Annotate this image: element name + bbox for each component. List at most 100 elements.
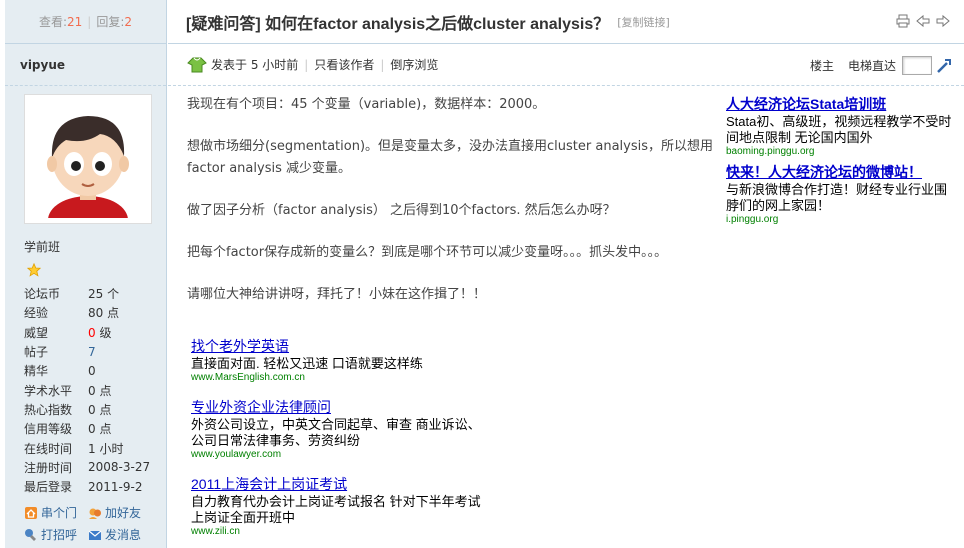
home-icon xyxy=(25,506,37,519)
greet-button[interactable]: 打招呼 xyxy=(24,526,88,543)
ad-title-link[interactable]: 2011上海会计上岗证考试 xyxy=(191,474,511,494)
author-actions: 串个门 加好友 打招呼 发消息 xyxy=(24,504,166,543)
profile-row-experience: 经验 80 点 xyxy=(24,303,166,322)
stats-divider: | xyxy=(87,14,92,29)
ad-description: 与新浪微博合作打造！财经专业行业围脖们的网上家园！ xyxy=(726,182,948,213)
views-label: 查看: xyxy=(38,15,68,29)
posts-count-link[interactable]: 7 xyxy=(88,345,96,359)
send-message-label: 发消息 xyxy=(105,528,142,543)
post-main: [疑难问答] 如何在factor analysis之后做cluster anal… xyxy=(168,0,964,548)
ad-url[interactable]: www.MarsEnglish.com.cn xyxy=(191,372,511,383)
floor-jump: 楼主 电梯直达 xyxy=(810,56,952,75)
profile-value: 0 xyxy=(88,363,96,378)
profile-value: 0 点 xyxy=(88,422,112,437)
ad-item: 专业外资企业法律顾问 外资公司设立，中英文合同起草、审查 商业诉讼、公司日常法律… xyxy=(191,397,511,460)
next-thread-icon[interactable] xyxy=(936,14,950,28)
views-count: 21 xyxy=(67,14,83,29)
post-meta-bar: 发表于 5 小时前 | 只看该作者 | 倒序浏览 楼主 电梯直达 xyxy=(168,44,964,86)
ad-url[interactable]: i.pinggu.org xyxy=(726,214,956,225)
profile-row-academic: 学术水平 0 点 xyxy=(24,380,166,399)
post-paragraph: 想做市场细分(segmentation)。但是变量太多，没办法直接用cluste… xyxy=(187,139,714,176)
printer-icon[interactable] xyxy=(896,14,910,28)
meta-divider: | xyxy=(380,57,385,72)
profile-value: 2008-3-27 xyxy=(88,460,151,475)
ad-title-link[interactable]: 人大经济论坛Stata培训班 xyxy=(726,94,956,114)
prev-thread-icon[interactable] xyxy=(916,14,930,28)
replies-count: 2 xyxy=(124,14,133,29)
ad-title-link[interactable]: 专业外资企业法律顾问 xyxy=(191,397,511,417)
only-author-link[interactable]: 只看该作者 xyxy=(314,56,374,73)
ad-url[interactable]: www.youlawyer.com xyxy=(191,449,511,460)
post-paragraph: 我现在有个项目：45 个变量（variable)，数据样本：2000。 xyxy=(187,97,546,112)
profile-key: 精华 xyxy=(24,364,49,379)
ad-url[interactable]: baoming.pinggu.org xyxy=(726,146,956,157)
profile-row-enthusiasm: 热心指数 0 点 xyxy=(24,400,166,419)
profile-row-coins: 论坛币 25 个 xyxy=(24,284,166,303)
sidebar-ads: 人大经济论坛Stata培训班 Stata初、高级班，视频远程教学不受时间地点限制… xyxy=(726,94,956,230)
ad-title-link[interactable]: 找个老外学英语 xyxy=(191,336,511,356)
user-group[interactable]: 学前班 xyxy=(24,238,166,255)
send-message-button[interactable]: 发消息 xyxy=(88,526,168,543)
meta-divider: | xyxy=(304,57,309,72)
jump-go-icon[interactable] xyxy=(936,58,952,74)
profile-key: 在线时间 xyxy=(24,441,73,456)
profile-row-credit: 信用等级 0 点 xyxy=(24,419,166,438)
post-paragraph: 把每个factor保存成新的变量么？到底是哪个环节可以减少变量呀。。。抓头发中。… xyxy=(187,245,668,260)
replies-label: 回复: xyxy=(96,15,125,29)
profile-row-digest: 精华 0 xyxy=(24,361,166,380)
prestige-unit: 级 xyxy=(95,325,112,340)
ad-url[interactable]: www.zili.cn xyxy=(191,526,511,537)
thread-stats: 查看: 21 | 回复: 2 xyxy=(5,0,166,44)
thread-tools xyxy=(896,14,950,28)
prestige-number: 0 xyxy=(88,325,96,340)
profile-row-prestige: 威望 0 级 xyxy=(24,323,166,342)
jump-input[interactable] xyxy=(902,56,932,75)
floor-number: 楼主 xyxy=(809,59,834,73)
profile-value: 0 点 xyxy=(88,402,112,417)
profile-key: 经验 xyxy=(24,306,49,321)
profile-value: 0 级 xyxy=(88,324,111,341)
profile-value: 25 个 xyxy=(88,287,120,302)
profile-key: 学术水平 xyxy=(24,383,73,398)
ad-title-link[interactable]: 快来！人大经济论坛的微博站！ xyxy=(726,162,956,182)
add-friend-button[interactable]: 加好友 xyxy=(88,504,168,521)
ad-item: 快来！人大经济论坛的微博站！ 与新浪微博合作打造！财经专业行业围脖们的网上家园！… xyxy=(726,162,956,225)
inline-ads: 找个老外学英语 直接面对面. 轻松又迅速 口语就要这样练 www.MarsEng… xyxy=(191,336,511,548)
visit-label: 串个门 xyxy=(41,506,78,521)
author-name-bar: vipyue xyxy=(5,44,166,86)
avatar-frame[interactable] xyxy=(24,94,152,224)
thread-title: [疑难问答] 如何在factor analysis之后做cluster anal… xyxy=(186,15,610,33)
profile-stats: 论坛币 25 个 经验 80 点 威望 0 级 帖子 7 精华 0 学术水平 0… xyxy=(24,284,166,496)
profile-row-online-time: 在线时间 1 小时 xyxy=(24,438,166,457)
profile-key: 论坛币 xyxy=(24,287,61,302)
author-sidebar: 查看: 21 | 回复: 2 vipyue 学前班 论坛币 25 个 经验 80… xyxy=(5,0,167,548)
author-username[interactable]: vipyue xyxy=(20,58,65,72)
online-user-icon xyxy=(187,57,207,72)
profile-key: 热心指数 xyxy=(24,402,73,417)
thread-title-bar: [疑难问答] 如何在factor analysis之后做cluster anal… xyxy=(168,0,964,44)
profile-key: 注册时间 xyxy=(24,460,73,475)
reverse-order-link[interactable]: 倒序浏览 xyxy=(390,56,438,73)
jump-label: 电梯直达 xyxy=(847,59,896,73)
profile-key: 帖子 xyxy=(24,345,49,360)
visit-button[interactable]: 串个门 xyxy=(24,504,88,521)
star-icon xyxy=(26,262,42,277)
post-paragraph: 请哪位大神给讲讲呀，拜托了！小妹在这作揖了！！ xyxy=(187,287,487,302)
profile-row-posts: 帖子 7 xyxy=(24,342,166,361)
ad-description: 自力教育代办会计上岗证考试报名 针对下半年考试上岗证全面开班中 xyxy=(191,494,481,525)
profile-key: 威望 xyxy=(24,325,49,340)
avatar[interactable] xyxy=(30,100,146,218)
profile-value: 0 点 xyxy=(88,383,112,398)
ad-item: 人大经济论坛Stata培训班 Stata初、高级班，视频远程教学不受时间地点限制… xyxy=(726,94,956,157)
post-time: 发表于 5 小时前 xyxy=(211,58,299,72)
greet-icon xyxy=(25,528,36,541)
profile-key: 最后登录 xyxy=(24,480,73,495)
add-friend-icon xyxy=(89,508,101,519)
greet-label: 打招呼 xyxy=(41,528,78,543)
profile-row-last-login: 最后登录 2011-9-2 xyxy=(24,477,166,496)
ad-item: 找个老外学英语 直接面对面. 轻松又迅速 口语就要这样练 www.MarsEng… xyxy=(191,336,511,383)
profile-value: 2011-9-2 xyxy=(88,479,143,494)
ad-description: 外资公司设立，中英文合同起草、审查 商业诉讼、公司日常法律事务、劳资纠纷 xyxy=(191,417,481,448)
copy-link-button[interactable]: [复制链接] xyxy=(617,14,670,30)
post-paragraph: 做了因子分析（factor analysis） 之后得到10个factors. … xyxy=(187,203,616,218)
